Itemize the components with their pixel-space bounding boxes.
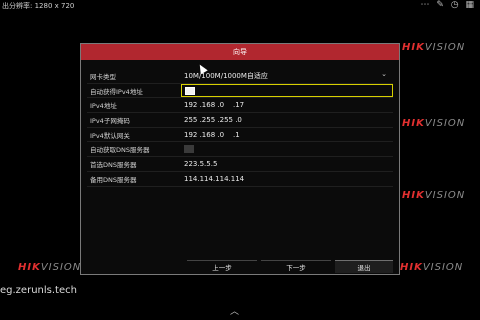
row-preferred-dns: 首选DNS服务器 223.5.5.5 xyxy=(87,157,393,172)
alternate-dns-label: 备用DNS服务器 xyxy=(90,175,137,184)
exit-button[interactable]: 退出 xyxy=(335,260,393,273)
preferred-dns-input[interactable]: 223.5.5.5 xyxy=(181,157,393,171)
chevron-down-icon: ⌄ xyxy=(381,69,387,78)
nic-type-select[interactable]: 10M/100M/1000M自适应 ⌄ xyxy=(181,69,393,83)
ipv4-mask-label: IPv4子网掩码 xyxy=(90,116,130,125)
row-alternate-dns: 备用DNS服务器 114.114.114.114 xyxy=(87,172,393,187)
watermark-url: eg.zerunls.tech xyxy=(0,285,77,296)
row-ipv4-mask: IPv4子网掩码 255 .255 .255 .0 xyxy=(87,113,393,128)
wizard-dialog: 向导 网卡类型 10M/100M/1000M自适应 ⌄ 自动获得IPv4地址 IP… xyxy=(80,43,400,275)
prev-step-button[interactable]: 上一步 xyxy=(187,260,257,273)
network-settings-list: 网卡类型 10M/100M/1000M自适应 ⌄ 自动获得IPv4地址 IPv4地… xyxy=(87,69,393,187)
resolution-label: 出分辨率: 1280 x 720 xyxy=(2,2,75,10)
preferred-dns-label: 首选DNS服务器 xyxy=(90,160,137,169)
corner-toolbar-icons[interactable]: ⋯ ✎ ◷ ▦ xyxy=(421,0,476,10)
row-ipv4-address: IPv4地址 192 .168 .0 .17 xyxy=(87,98,393,114)
ipv4-gateway-input[interactable]: 192 .168 .0 .1 xyxy=(181,128,393,142)
hikvision-watermark: HIKVISION xyxy=(400,262,464,273)
ipv4-address-input[interactable]: 192 .168 .0 .17 xyxy=(181,98,393,112)
row-ipv4-gateway: IPv4默认网关 192 .168 .0 .1 xyxy=(87,128,393,143)
hikvision-watermark: HIKVISION xyxy=(402,190,466,201)
hikvision-watermark: HIKVISION xyxy=(402,42,466,53)
auto-ipv4-field[interactable] xyxy=(181,83,393,98)
row-nic-type: 网卡类型 10M/100M/1000M自适应 ⌄ xyxy=(87,69,393,84)
dialog-title: 向导 xyxy=(81,44,399,60)
auto-ipv4-checkbox[interactable] xyxy=(185,86,195,95)
ipv4-gateway-label: IPv4默认网关 xyxy=(90,131,130,140)
row-auto-dns: 自动获取DNS服务器 xyxy=(87,142,393,158)
row-auto-ipv4: 自动获得IPv4地址 xyxy=(87,83,393,99)
nic-type-label: 网卡类型 xyxy=(90,72,116,81)
dialog-footer: 上一步 下一步 退出 xyxy=(87,260,393,274)
ipv4-address-label: IPv4地址 xyxy=(90,102,117,111)
hikvision-watermark: HIKVISION xyxy=(402,118,466,129)
auto-ipv4-label: 自动获得IPv4地址 xyxy=(90,87,143,96)
hikvision-watermark: HIKVISION xyxy=(18,262,82,273)
alternate-dns-input[interactable]: 114.114.114.114 xyxy=(181,172,393,186)
ipv4-mask-input[interactable]: 255 .255 .255 .0 xyxy=(181,113,393,127)
next-step-button[interactable]: 下一步 xyxy=(261,260,331,273)
auto-dns-field[interactable] xyxy=(181,142,393,156)
auto-dns-label: 自动获取DNS服务器 xyxy=(90,146,150,155)
chevron-up-icon[interactable]: ︿ xyxy=(230,304,239,317)
auto-dns-checkbox[interactable] xyxy=(184,145,194,154)
